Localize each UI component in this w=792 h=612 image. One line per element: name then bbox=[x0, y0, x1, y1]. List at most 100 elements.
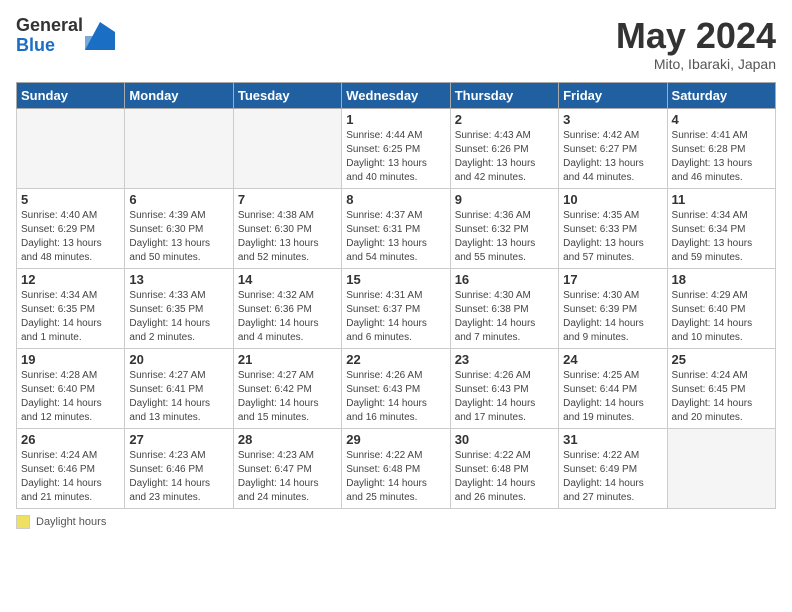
calendar-cell: 22 Sunrise: 4:26 AM Sunset: 6:43 PM Dayli… bbox=[342, 348, 450, 428]
day-number: 11 bbox=[672, 192, 771, 207]
calendar-cell: 11 Sunrise: 4:34 AM Sunset: 6:34 PM Dayli… bbox=[667, 188, 775, 268]
day-info: Sunrise: 4:29 AM Sunset: 6:40 PM Dayligh… bbox=[672, 289, 771, 345]
logo-general-text: General bbox=[16, 16, 83, 36]
calendar-header-row: SundayMondayTuesdayWednesdayThursdayFrid… bbox=[17, 82, 776, 108]
day-info: Sunrise: 4:44 AM Sunset: 6:25 PM Dayligh… bbox=[346, 129, 445, 185]
column-header-wednesday: Wednesday bbox=[342, 82, 450, 108]
calendar-cell: 23 Sunrise: 4:26 AM Sunset: 6:43 PM Dayli… bbox=[450, 348, 558, 428]
calendar-cell: 26 Sunrise: 4:24 AM Sunset: 6:46 PM Dayli… bbox=[17, 428, 125, 508]
day-info: Sunrise: 4:42 AM Sunset: 6:27 PM Dayligh… bbox=[563, 129, 662, 185]
logo: General Blue bbox=[16, 16, 115, 56]
column-header-sunday: Sunday bbox=[17, 82, 125, 108]
day-info: Sunrise: 4:24 AM Sunset: 6:46 PM Dayligh… bbox=[21, 449, 120, 505]
title-block: May 2024 Mito, Ibaraki, Japan bbox=[616, 16, 776, 72]
day-number: 12 bbox=[21, 272, 120, 287]
calendar-table: SundayMondayTuesdayWednesdayThursdayFrid… bbox=[16, 82, 776, 509]
day-info: Sunrise: 4:27 AM Sunset: 6:42 PM Dayligh… bbox=[238, 369, 337, 425]
logo-icon bbox=[85, 22, 115, 50]
day-number: 17 bbox=[563, 272, 662, 287]
calendar-cell: 6Sunrise: 4:39 AM Sunset: 6:30 PM Daylig… bbox=[125, 188, 233, 268]
day-number: 14 bbox=[238, 272, 337, 287]
month-title: May 2024 bbox=[616, 16, 776, 56]
column-header-thursday: Thursday bbox=[450, 82, 558, 108]
calendar-cell: 21Sunrise: 4:27 AM Sunset: 6:42 PM Dayli… bbox=[233, 348, 341, 428]
day-info: Sunrise: 4:22 AM Sunset: 6:48 PM Dayligh… bbox=[455, 449, 554, 505]
calendar-cell: 30 Sunrise: 4:22 AM Sunset: 6:48 PM Dayli… bbox=[450, 428, 558, 508]
day-number: 18 bbox=[672, 272, 771, 287]
day-number: 25 bbox=[672, 352, 771, 367]
calendar-cell: 16 Sunrise: 4:30 AM Sunset: 6:38 PM Dayli… bbox=[450, 268, 558, 348]
calendar-cell bbox=[17, 108, 125, 188]
day-number: 22 bbox=[346, 352, 445, 367]
calendar-cell: 28 Sunrise: 4:23 AM Sunset: 6:47 PM Dayli… bbox=[233, 428, 341, 508]
logo-blue-text: Blue bbox=[16, 36, 83, 56]
calendar-cell: 12 Sunrise: 4:34 AM Sunset: 6:35 PM Dayli… bbox=[17, 268, 125, 348]
day-number: 30 bbox=[455, 432, 554, 447]
day-number: 28 bbox=[238, 432, 337, 447]
day-info: Sunrise: 4:35 AM Sunset: 6:33 PM Dayligh… bbox=[563, 209, 662, 265]
day-info: Sunrise: 4:22 AM Sunset: 6:49 PM Dayligh… bbox=[563, 449, 662, 505]
calendar-cell bbox=[667, 428, 775, 508]
day-info: Sunrise: 4:22 AM Sunset: 6:48 PM Dayligh… bbox=[346, 449, 445, 505]
day-number: 2 bbox=[455, 112, 554, 127]
day-number: 1 bbox=[346, 112, 445, 127]
calendar-cell: 18 Sunrise: 4:29 AM Sunset: 6:40 PM Dayli… bbox=[667, 268, 775, 348]
day-number: 7 bbox=[238, 192, 337, 207]
day-info: Sunrise: 4:41 AM Sunset: 6:28 PM Dayligh… bbox=[672, 129, 771, 185]
calendar-cell: 8 Sunrise: 4:37 AM Sunset: 6:31 PM Daylig… bbox=[342, 188, 450, 268]
day-number: 4 bbox=[672, 112, 771, 127]
calendar-cell: 31Sunrise: 4:22 AM Sunset: 6:49 PM Dayli… bbox=[559, 428, 667, 508]
day-info: Sunrise: 4:33 AM Sunset: 6:35 PM Dayligh… bbox=[129, 289, 228, 345]
day-number: 23 bbox=[455, 352, 554, 367]
day-number: 15 bbox=[346, 272, 445, 287]
location-text: Mito, Ibaraki, Japan bbox=[616, 56, 776, 72]
day-info: Sunrise: 4:36 AM Sunset: 6:32 PM Dayligh… bbox=[455, 209, 554, 265]
day-number: 3 bbox=[563, 112, 662, 127]
calendar-cell bbox=[233, 108, 341, 188]
day-info: Sunrise: 4:39 AM Sunset: 6:30 PM Dayligh… bbox=[129, 209, 228, 265]
day-info: Sunrise: 4:30 AM Sunset: 6:39 PM Dayligh… bbox=[563, 289, 662, 345]
day-number: 24 bbox=[563, 352, 662, 367]
day-info: Sunrise: 4:27 AM Sunset: 6:41 PM Dayligh… bbox=[129, 369, 228, 425]
calendar-cell: 1 Sunrise: 4:44 AM Sunset: 6:25 PM Daylig… bbox=[342, 108, 450, 188]
day-info: Sunrise: 4:23 AM Sunset: 6:46 PM Dayligh… bbox=[129, 449, 228, 505]
day-number: 26 bbox=[21, 432, 120, 447]
calendar-cell: 2 Sunrise: 4:43 AM Sunset: 6:26 PM Daylig… bbox=[450, 108, 558, 188]
calendar-cell: 14Sunrise: 4:32 AM Sunset: 6:36 PM Dayli… bbox=[233, 268, 341, 348]
column-header-friday: Friday bbox=[559, 82, 667, 108]
week-row-2: 5Sunrise: 4:40 AM Sunset: 6:29 PM Daylig… bbox=[17, 188, 776, 268]
calendar-cell: 17 Sunrise: 4:30 AM Sunset: 6:39 PM Dayli… bbox=[559, 268, 667, 348]
day-number: 8 bbox=[346, 192, 445, 207]
day-info: Sunrise: 4:34 AM Sunset: 6:35 PM Dayligh… bbox=[21, 289, 120, 345]
day-info: Sunrise: 4:30 AM Sunset: 6:38 PM Dayligh… bbox=[455, 289, 554, 345]
day-info: Sunrise: 4:43 AM Sunset: 6:26 PM Dayligh… bbox=[455, 129, 554, 185]
day-info: Sunrise: 4:23 AM Sunset: 6:47 PM Dayligh… bbox=[238, 449, 337, 505]
day-info: Sunrise: 4:26 AM Sunset: 6:43 PM Dayligh… bbox=[455, 369, 554, 425]
column-header-tuesday: Tuesday bbox=[233, 82, 341, 108]
daylight-color-box bbox=[16, 515, 30, 529]
day-number: 5 bbox=[21, 192, 120, 207]
calendar-cell: 3 Sunrise: 4:42 AM Sunset: 6:27 PM Daylig… bbox=[559, 108, 667, 188]
day-info: Sunrise: 4:28 AM Sunset: 6:40 PM Dayligh… bbox=[21, 369, 120, 425]
calendar-cell: 29 Sunrise: 4:22 AM Sunset: 6:48 PM Dayli… bbox=[342, 428, 450, 508]
column-header-monday: Monday bbox=[125, 82, 233, 108]
calendar-cell: 13Sunrise: 4:33 AM Sunset: 6:35 PM Dayli… bbox=[125, 268, 233, 348]
week-row-1: 1 Sunrise: 4:44 AM Sunset: 6:25 PM Daylig… bbox=[17, 108, 776, 188]
day-info: Sunrise: 4:25 AM Sunset: 6:44 PM Dayligh… bbox=[563, 369, 662, 425]
day-number: 19 bbox=[21, 352, 120, 367]
calendar-cell: 15Sunrise: 4:31 AM Sunset: 6:37 PM Dayli… bbox=[342, 268, 450, 348]
day-info: Sunrise: 4:24 AM Sunset: 6:45 PM Dayligh… bbox=[672, 369, 771, 425]
calendar-cell: 25 Sunrise: 4:24 AM Sunset: 6:45 PM Dayli… bbox=[667, 348, 775, 428]
day-info: Sunrise: 4:34 AM Sunset: 6:34 PM Dayligh… bbox=[672, 209, 771, 265]
calendar-cell: 27Sunrise: 4:23 AM Sunset: 6:46 PM Dayli… bbox=[125, 428, 233, 508]
day-info: Sunrise: 4:38 AM Sunset: 6:30 PM Dayligh… bbox=[238, 209, 337, 265]
day-number: 29 bbox=[346, 432, 445, 447]
calendar-cell: 5Sunrise: 4:40 AM Sunset: 6:29 PM Daylig… bbox=[17, 188, 125, 268]
day-number: 16 bbox=[455, 272, 554, 287]
calendar-cell: 9Sunrise: 4:36 AM Sunset: 6:32 PM Daylig… bbox=[450, 188, 558, 268]
day-info: Sunrise: 4:37 AM Sunset: 6:31 PM Dayligh… bbox=[346, 209, 445, 265]
calendar-cell bbox=[125, 108, 233, 188]
day-info: Sunrise: 4:26 AM Sunset: 6:43 PM Dayligh… bbox=[346, 369, 445, 425]
calendar-cell: 7 Sunrise: 4:38 AM Sunset: 6:30 PM Daylig… bbox=[233, 188, 341, 268]
calendar-footer: Daylight hours bbox=[16, 515, 776, 529]
